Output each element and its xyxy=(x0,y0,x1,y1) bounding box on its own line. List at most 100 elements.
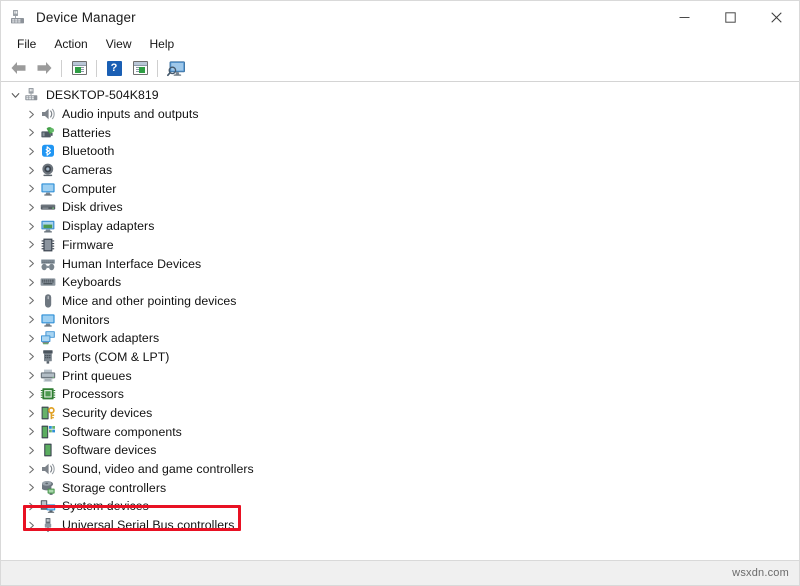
tree-item-label: Print queues xyxy=(62,369,132,383)
tree-item-keyboards[interactable]: Keyboards xyxy=(1,273,799,292)
tree-item-label: Ports (COM & LPT) xyxy=(62,350,169,364)
chevron-right-icon[interactable] xyxy=(23,480,39,496)
tree-item-computer[interactable]: Computer xyxy=(1,179,799,198)
maximize-button[interactable] xyxy=(707,1,753,33)
monitor-icon xyxy=(39,181,56,197)
tree-item-label: Keyboards xyxy=(62,275,121,289)
tree-item-label: Monitors xyxy=(62,313,110,327)
tree-item-cameras[interactable]: Cameras xyxy=(1,161,799,180)
tree-item-label: Processors xyxy=(62,387,124,401)
chevron-right-icon[interactable] xyxy=(23,256,39,272)
chevron-right-icon[interactable] xyxy=(23,330,39,346)
scan-hardware-changes-button[interactable] xyxy=(162,56,190,80)
tree-item-software-devices[interactable]: Software devices xyxy=(1,441,799,460)
tree-item-monitors[interactable]: Monitors xyxy=(1,310,799,329)
chevron-right-icon[interactable] xyxy=(23,517,39,533)
chevron-right-icon[interactable] xyxy=(23,125,39,141)
tree-root-item[interactable]: DESKTOP-504K819 xyxy=(1,86,799,105)
monitor-icon xyxy=(39,312,56,328)
chevron-right-icon[interactable] xyxy=(23,237,39,253)
chevron-right-icon[interactable] xyxy=(23,143,39,159)
speaker-icon xyxy=(39,461,56,477)
chevron-right-icon[interactable] xyxy=(23,405,39,421)
system-device-icon xyxy=(39,498,56,514)
tree-item-software-components[interactable]: Software components xyxy=(1,422,799,441)
computer-device-icon xyxy=(23,87,40,103)
forward-button[interactable] xyxy=(31,56,57,80)
chevron-right-icon[interactable] xyxy=(23,181,39,197)
tree-item-bluetooth[interactable]: Bluetooth xyxy=(1,142,799,161)
tree-item-storage-controllers[interactable]: Storage controllers xyxy=(1,478,799,497)
tree-item-ports-com-and-lpt[interactable]: Ports (COM & LPT) xyxy=(1,348,799,367)
chevron-right-icon[interactable] xyxy=(23,498,39,514)
tree-item-firmware[interactable]: Firmware xyxy=(1,236,799,255)
network-adapter-icon xyxy=(39,330,56,346)
usb-icon xyxy=(39,517,56,533)
tree-item-universal-serial-bus-controllers[interactable]: Universal Serial Bus controllers xyxy=(1,516,799,535)
chevron-right-icon[interactable] xyxy=(23,386,39,402)
toolbar-separator xyxy=(96,60,97,77)
tree-item-label: Firmware xyxy=(62,238,114,252)
tree-item-system-devices[interactable]: System devices xyxy=(1,497,799,516)
chevron-right-icon[interactable] xyxy=(23,461,39,477)
toolbar: ? xyxy=(1,55,799,82)
tree-item-label: Display adapters xyxy=(62,219,154,233)
tree-item-human-interface-devices[interactable]: Human Interface Devices xyxy=(1,254,799,273)
tree-item-print-queues[interactable]: Print queues xyxy=(1,366,799,385)
status-bar: wsxdn.com xyxy=(1,560,799,585)
console-tree-icon xyxy=(72,61,87,75)
device-tree[interactable]: DESKTOP-504K819 Audio inputs and outputs xyxy=(1,82,799,560)
tree-item-disk-drives[interactable]: Disk drives xyxy=(1,198,799,217)
help-button[interactable]: ? xyxy=(101,56,127,80)
tree-item-label: Mice and other pointing devices xyxy=(62,294,237,308)
chevron-right-icon[interactable] xyxy=(23,349,39,365)
window-title: Device Manager xyxy=(36,10,136,25)
chevron-right-icon[interactable] xyxy=(23,162,39,178)
close-icon xyxy=(771,12,782,23)
tree-item-mice-and-other-pointing-devices[interactable]: Mice and other pointing devices xyxy=(1,292,799,311)
chevron-right-icon[interactable] xyxy=(23,274,39,290)
tree-item-audio-inputs-and-outputs[interactable]: Audio inputs and outputs xyxy=(1,105,799,124)
tree-item-label: Sound, video and game controllers xyxy=(62,462,254,476)
maximize-icon xyxy=(725,12,736,23)
properties-button[interactable] xyxy=(127,56,153,80)
chevron-right-icon[interactable] xyxy=(23,106,39,122)
tree-item-label: Batteries xyxy=(62,126,111,140)
scan-monitor-icon xyxy=(167,61,185,76)
toolbar-separator xyxy=(61,60,62,77)
watermark-text: wsxdn.com xyxy=(732,567,789,579)
tree-item-batteries[interactable]: Batteries xyxy=(1,123,799,142)
help-question-icon: ? xyxy=(107,61,122,76)
chevron-right-icon[interactable] xyxy=(23,424,39,440)
close-button[interactable] xyxy=(753,1,799,33)
menu-view[interactable]: View xyxy=(97,35,141,54)
tree-item-processors[interactable]: Processors xyxy=(1,385,799,404)
display-adapter-icon xyxy=(39,218,56,234)
chevron-right-icon[interactable] xyxy=(23,218,39,234)
menu-action[interactable]: Action xyxy=(45,35,96,54)
tree-item-security-devices[interactable]: Security devices xyxy=(1,404,799,423)
back-button[interactable] xyxy=(5,56,31,80)
tree-item-display-adapters[interactable]: Display adapters xyxy=(1,217,799,236)
processor-chip-icon xyxy=(39,386,56,402)
port-connector-icon xyxy=(39,349,56,365)
speaker-icon xyxy=(39,106,56,122)
show-hide-console-tree-button[interactable] xyxy=(66,56,92,80)
chevron-right-icon[interactable] xyxy=(23,368,39,384)
menu-help[interactable]: Help xyxy=(141,35,184,54)
menu-file[interactable]: File xyxy=(8,35,45,54)
tree-item-sound-video-and-game-controllers[interactable]: Sound, video and game controllers xyxy=(1,460,799,479)
chevron-right-icon[interactable] xyxy=(23,442,39,458)
tree-item-label: Storage controllers xyxy=(62,481,166,495)
minimize-button[interactable] xyxy=(661,1,707,33)
chevron-right-icon[interactable] xyxy=(23,312,39,328)
tree-item-network-adapters[interactable]: Network adapters xyxy=(1,329,799,348)
bluetooth-icon xyxy=(39,143,56,159)
tree-item-label: Universal Serial Bus controllers xyxy=(62,518,234,532)
minimize-icon xyxy=(679,12,690,23)
tree-item-label: Computer xyxy=(62,182,116,196)
chevron-right-icon[interactable] xyxy=(23,293,39,309)
tree-item-label: Software devices xyxy=(62,443,156,457)
chevron-down-icon[interactable] xyxy=(7,87,23,103)
chevron-right-icon[interactable] xyxy=(23,199,39,215)
